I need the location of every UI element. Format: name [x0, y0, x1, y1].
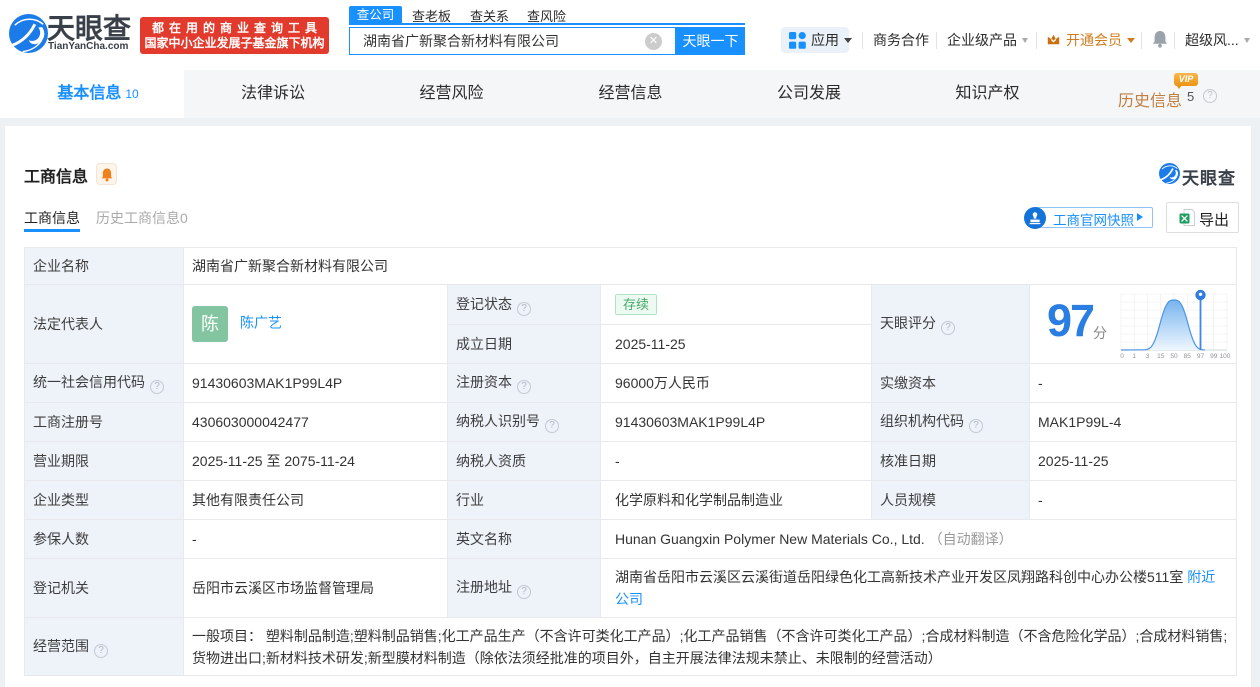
svg-text:3: 3 — [1146, 353, 1150, 360]
svg-text:50: 50 — [1170, 353, 1178, 360]
svg-text:0: 0 — [1120, 353, 1124, 360]
svg-text:15: 15 — [1157, 353, 1165, 360]
svg-text:100: 100 — [1220, 353, 1231, 360]
svg-text:1: 1 — [1132, 353, 1136, 360]
svg-text:97: 97 — [1197, 353, 1205, 360]
svg-text:85: 85 — [1184, 353, 1192, 360]
svg-text:99: 99 — [1210, 353, 1218, 360]
